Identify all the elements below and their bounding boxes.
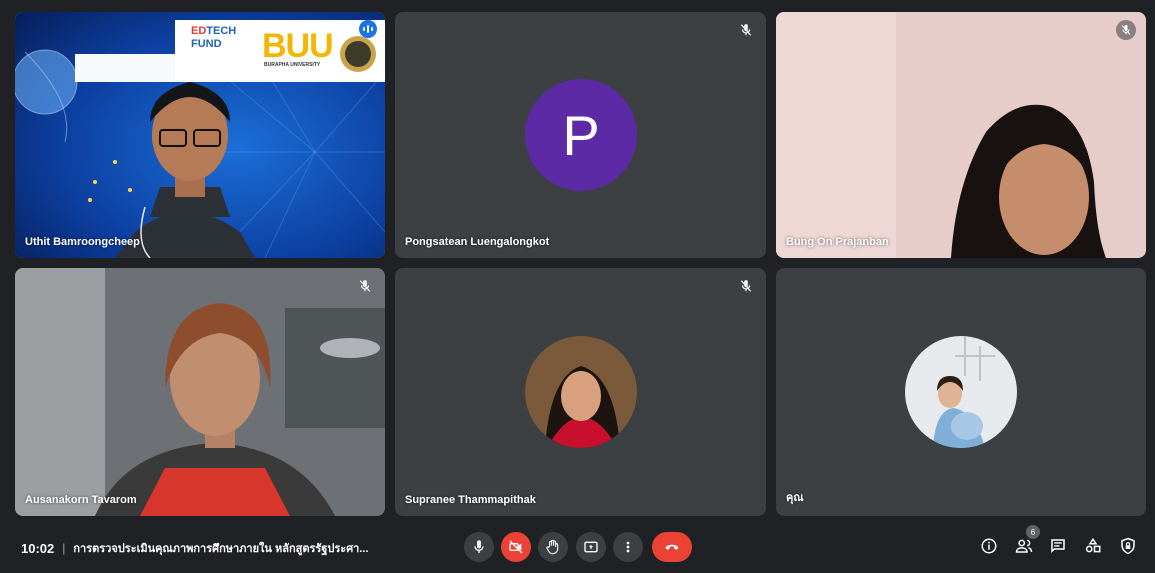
- more-options-button[interactable]: [613, 532, 643, 562]
- meeting-details: 10:02 | การตรวจประเมินคุณภาพการศึกษาภายใ…: [21, 539, 369, 557]
- avatar: P: [525, 79, 637, 191]
- activities-icon: [1085, 537, 1101, 553]
- participant-name: คุณ: [786, 492, 804, 504]
- participant-name: Bung On Prajanban: [786, 236, 889, 248]
- raise-hand-button[interactable]: [538, 532, 568, 562]
- people-icon: [1015, 539, 1033, 553]
- participant-tile[interactable]: P Pongsatean Luengalongkot: [395, 12, 766, 258]
- participant-tile[interactable]: Ausanakorn Tavarom: [15, 268, 385, 516]
- camera-button[interactable]: [501, 532, 531, 562]
- buu-subtitle: BURAPHA UNIVERSITY: [264, 62, 321, 68]
- info-icon: [981, 538, 997, 554]
- people-button[interactable]: 6: [1012, 525, 1040, 558]
- participant-tile[interactable]: Bung On Prajanban: [776, 12, 1146, 258]
- present-screen-button[interactable]: [576, 532, 606, 562]
- leave-call-button[interactable]: [652, 532, 692, 562]
- control-bar: 10:02 | การตรวจประเมินคุณภาพการศึกษาภายใ…: [0, 520, 1155, 573]
- participant-name: Pongsatean Luengalongkot: [405, 236, 550, 248]
- avatar: [525, 336, 637, 448]
- participant-tile[interactable]: คุณ: [776, 268, 1146, 516]
- microphone-button[interactable]: [464, 532, 494, 562]
- mic-off-icon: [736, 276, 756, 296]
- mic-off-icon: [1116, 20, 1136, 40]
- avatar: [905, 336, 1017, 448]
- present-icon: [584, 541, 598, 553]
- participant-name: Supranee Thammapithak: [405, 494, 536, 506]
- participant-name: Uthit Bamroongcheep: [25, 236, 140, 248]
- participant-tile[interactable]: Supranee Thammapithak: [395, 268, 766, 516]
- camera-off-icon: [509, 540, 523, 554]
- shield-lock-icon: [1121, 537, 1135, 555]
- participant-name: Ausanakorn Tavarom: [25, 494, 137, 506]
- separator: |: [62, 541, 66, 555]
- participant-tile[interactable]: EDTECH FUND BUU BURAPHA UNIVERSITY Uthit…: [15, 12, 385, 258]
- chat-icon: [1051, 539, 1065, 554]
- edtech-logo: EDTECH FUND: [191, 25, 237, 50]
- chat-button[interactable]: [1046, 534, 1070, 558]
- video-feed: [15, 268, 385, 516]
- activities-button[interactable]: [1081, 534, 1105, 558]
- video-feed: [776, 12, 1146, 258]
- hand-icon: [546, 539, 559, 555]
- clock: 10:02: [21, 540, 55, 556]
- mic-off-icon: [736, 20, 756, 40]
- meeting-details-button[interactable]: [977, 534, 1001, 558]
- end-call-icon: [665, 544, 679, 550]
- buu-logo: BUU: [262, 27, 334, 65]
- mic-off-icon: [355, 276, 375, 296]
- speaking-indicator-icon: [359, 20, 377, 38]
- microphone-icon: [474, 540, 484, 553]
- more-vert-icon: [626, 541, 630, 553]
- meeting-title: การตรวจประเมินคุณภาพการศึกษาภายใน หลักสู…: [73, 543, 369, 555]
- people-count-badge: 6: [1026, 525, 1040, 539]
- host-controls-button[interactable]: [1116, 534, 1140, 558]
- participant-grid: EDTECH FUND BUU BURAPHA UNIVERSITY Uthit…: [0, 0, 1155, 520]
